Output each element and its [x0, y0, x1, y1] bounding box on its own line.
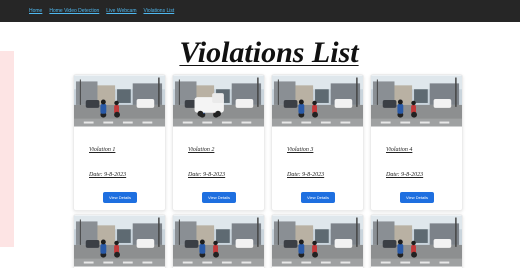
violation-card: [370, 214, 463, 268]
violation-snapshot-image: [371, 75, 462, 127]
page-title: Violations List: [179, 36, 359, 69]
violation-date: Date: 9-8-2023: [188, 172, 226, 178]
nav-link-home-video-detection[interactable]: Home Video Detection: [49, 8, 99, 14]
violation-card: Violation 1 Date: 9-8-2023 View Details: [73, 74, 166, 211]
violation-title: Violation 4: [386, 147, 413, 153]
violation-snapshot-image: [74, 215, 165, 267]
nav-link-violations-list[interactable]: Violations List: [143, 8, 174, 14]
violation-date: Date: 9-8-2023: [386, 172, 424, 178]
view-details-button[interactable]: View Details: [103, 192, 137, 203]
violation-title: Violation 2: [188, 147, 215, 153]
violation-card: [73, 214, 166, 268]
nav-link-live-webcam[interactable]: Live Webcam: [106, 8, 136, 14]
violation-snapshot-image: [371, 215, 462, 267]
violation-title: Violation 1: [89, 147, 116, 153]
violation-snapshot-image: [173, 75, 264, 127]
nav-link-home[interactable]: Home: [29, 8, 42, 14]
violation-card: Violation 3 Date: 9-8-2023 View Details: [271, 74, 364, 211]
violation-snapshot-image: [74, 75, 165, 127]
violation-snapshot-image: [272, 75, 363, 127]
violation-title: Violation 3: [287, 147, 314, 153]
violation-date: Date: 9-8-2023: [287, 172, 325, 178]
view-details-button[interactable]: View Details: [301, 192, 335, 203]
top-navbar: Home Home Video Detection Live Webcam Vi…: [0, 0, 520, 22]
violation-card: [271, 214, 364, 268]
violation-date: Date: 9-8-2023: [89, 172, 127, 178]
violation-card: Violation 2 Date: 9-8-2023 View Details: [172, 74, 265, 211]
violation-snapshot-image: [173, 215, 264, 267]
left-accent-panel: [0, 51, 14, 247]
view-details-button[interactable]: View Details: [202, 192, 236, 203]
view-details-button[interactable]: View Details: [400, 192, 434, 203]
violation-card: [172, 214, 265, 268]
violation-card: Violation 4 Date: 9-8-2023 View Details: [370, 74, 463, 211]
violation-snapshot-image: [272, 215, 363, 267]
